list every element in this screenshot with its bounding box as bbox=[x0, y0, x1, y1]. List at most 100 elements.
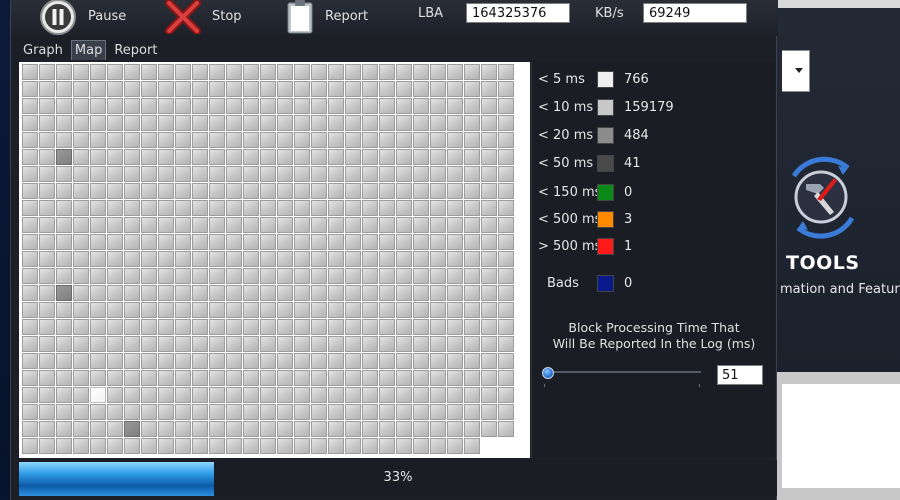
map-block bbox=[430, 98, 446, 114]
map-block bbox=[90, 387, 106, 403]
map-block bbox=[311, 132, 327, 148]
map-block bbox=[175, 166, 191, 182]
map-block bbox=[447, 64, 463, 80]
map-block bbox=[328, 234, 344, 250]
pause-button[interactable]: Pause bbox=[11, 0, 141, 36]
map-block bbox=[447, 217, 463, 233]
report-button[interactable]: Report bbox=[285, 0, 395, 36]
map-block bbox=[56, 166, 72, 182]
map-block bbox=[243, 115, 259, 131]
map-block bbox=[192, 387, 208, 403]
map-block bbox=[260, 234, 276, 250]
map-block bbox=[107, 98, 123, 114]
tab-map[interactable]: Map bbox=[70, 40, 107, 60]
map-block bbox=[124, 319, 140, 335]
map-block bbox=[413, 234, 429, 250]
map-block bbox=[192, 149, 208, 165]
map-block bbox=[124, 285, 140, 301]
legend-row-over-500ms: > 500 ms 1 bbox=[532, 237, 776, 257]
background-window-panel bbox=[782, 384, 900, 488]
map-block bbox=[311, 81, 327, 97]
map-block bbox=[39, 319, 55, 335]
map-block bbox=[294, 200, 310, 216]
threshold-slider-handle[interactable] bbox=[542, 367, 554, 379]
tab-report[interactable]: Report bbox=[110, 40, 161, 60]
map-block bbox=[413, 268, 429, 284]
map-block bbox=[56, 200, 72, 216]
map-block bbox=[175, 302, 191, 318]
threshold-slider-track[interactable] bbox=[543, 371, 701, 373]
map-block bbox=[90, 200, 106, 216]
map-block bbox=[481, 336, 497, 352]
background-dropdown[interactable] bbox=[782, 50, 810, 92]
map-block bbox=[345, 302, 361, 318]
map-block bbox=[209, 302, 225, 318]
map-block bbox=[56, 404, 72, 420]
legend-row-500ms: < 500 ms 3 bbox=[532, 210, 776, 230]
map-block bbox=[464, 183, 480, 199]
map-block bbox=[39, 98, 55, 114]
threshold-input[interactable] bbox=[717, 365, 763, 385]
map-block bbox=[124, 251, 140, 267]
map-block bbox=[22, 149, 38, 165]
lba-field[interactable] bbox=[466, 3, 570, 23]
legend-panel: < 5 ms 766 < 10 ms 159179 < 20 ms 484 < … bbox=[531, 62, 775, 458]
legend-label: < 150 ms bbox=[538, 185, 602, 200]
map-block bbox=[481, 98, 497, 114]
map-block bbox=[498, 404, 514, 420]
map-block bbox=[56, 370, 72, 386]
map-block bbox=[175, 200, 191, 216]
map-block bbox=[396, 421, 412, 437]
map-block bbox=[107, 166, 123, 182]
map-block bbox=[22, 302, 38, 318]
map-block bbox=[243, 132, 259, 148]
map-block bbox=[464, 149, 480, 165]
map-block bbox=[124, 268, 140, 284]
tab-graph[interactable]: Graph bbox=[19, 40, 67, 60]
map-block bbox=[260, 251, 276, 267]
map-block bbox=[430, 404, 446, 420]
map-block bbox=[124, 132, 140, 148]
map-block bbox=[413, 200, 429, 216]
map-block bbox=[141, 81, 157, 97]
threshold-caption-line1: Block Processing Time That bbox=[568, 320, 740, 335]
map-block bbox=[396, 64, 412, 80]
map-block bbox=[175, 115, 191, 131]
map-block bbox=[175, 132, 191, 148]
map-block bbox=[107, 132, 123, 148]
map-block bbox=[158, 81, 174, 97]
map-block bbox=[260, 285, 276, 301]
map-block bbox=[447, 115, 463, 131]
legend-row-150ms: < 150 ms 0 bbox=[532, 183, 776, 203]
map-block bbox=[481, 200, 497, 216]
map-block bbox=[328, 421, 344, 437]
map-block bbox=[481, 319, 497, 335]
map-block bbox=[464, 81, 480, 97]
map-block bbox=[209, 81, 225, 97]
progress-bar: 33% bbox=[19, 460, 777, 496]
stop-button[interactable]: Stop bbox=[161, 0, 271, 36]
map-block bbox=[243, 149, 259, 165]
map-block bbox=[345, 183, 361, 199]
map-block bbox=[294, 404, 310, 420]
map-block bbox=[209, 149, 225, 165]
map-block bbox=[481, 302, 497, 318]
map-block bbox=[328, 251, 344, 267]
map-block bbox=[328, 268, 344, 284]
map-block bbox=[39, 81, 55, 97]
slider-tick bbox=[544, 384, 545, 387]
map-block bbox=[158, 64, 174, 80]
map-block bbox=[481, 81, 497, 97]
map-block bbox=[294, 268, 310, 284]
map-block bbox=[226, 234, 242, 250]
map-block bbox=[124, 234, 140, 250]
kbs-field[interactable] bbox=[643, 3, 747, 23]
map-block bbox=[311, 251, 327, 267]
map-block bbox=[294, 302, 310, 318]
map-block bbox=[294, 353, 310, 369]
map-block bbox=[73, 370, 89, 386]
map-block bbox=[328, 81, 344, 97]
map-block bbox=[328, 115, 344, 131]
map-block bbox=[345, 200, 361, 216]
map-block bbox=[328, 387, 344, 403]
